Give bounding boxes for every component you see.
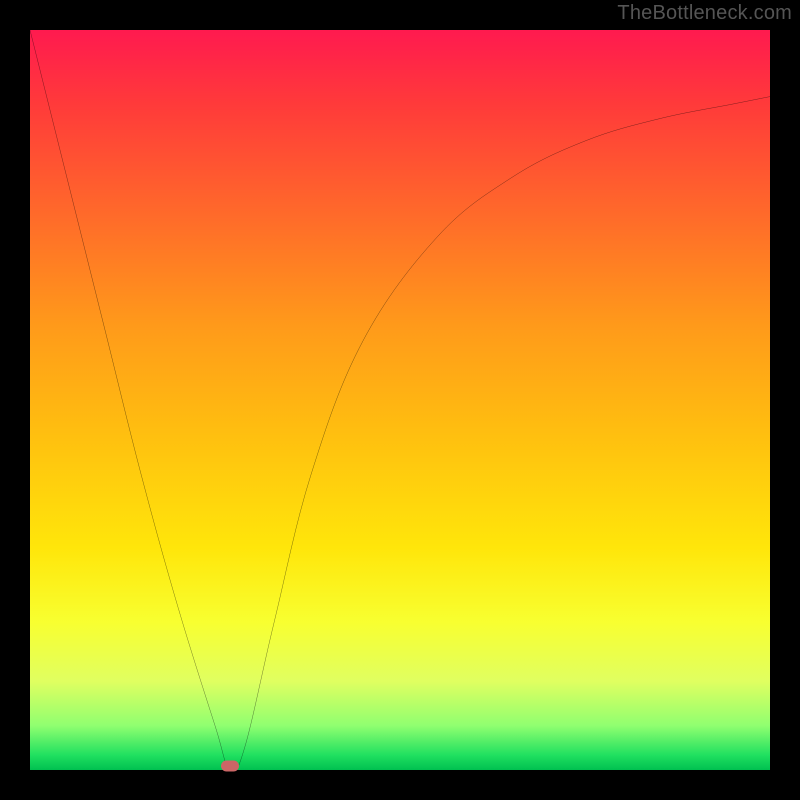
bottleneck-curve — [30, 30, 770, 770]
chart-frame: TheBottleneck.com — [0, 0, 800, 800]
watermark: TheBottleneck.com — [617, 2, 792, 25]
optimum-marker — [221, 761, 239, 772]
plot-area — [30, 30, 770, 770]
